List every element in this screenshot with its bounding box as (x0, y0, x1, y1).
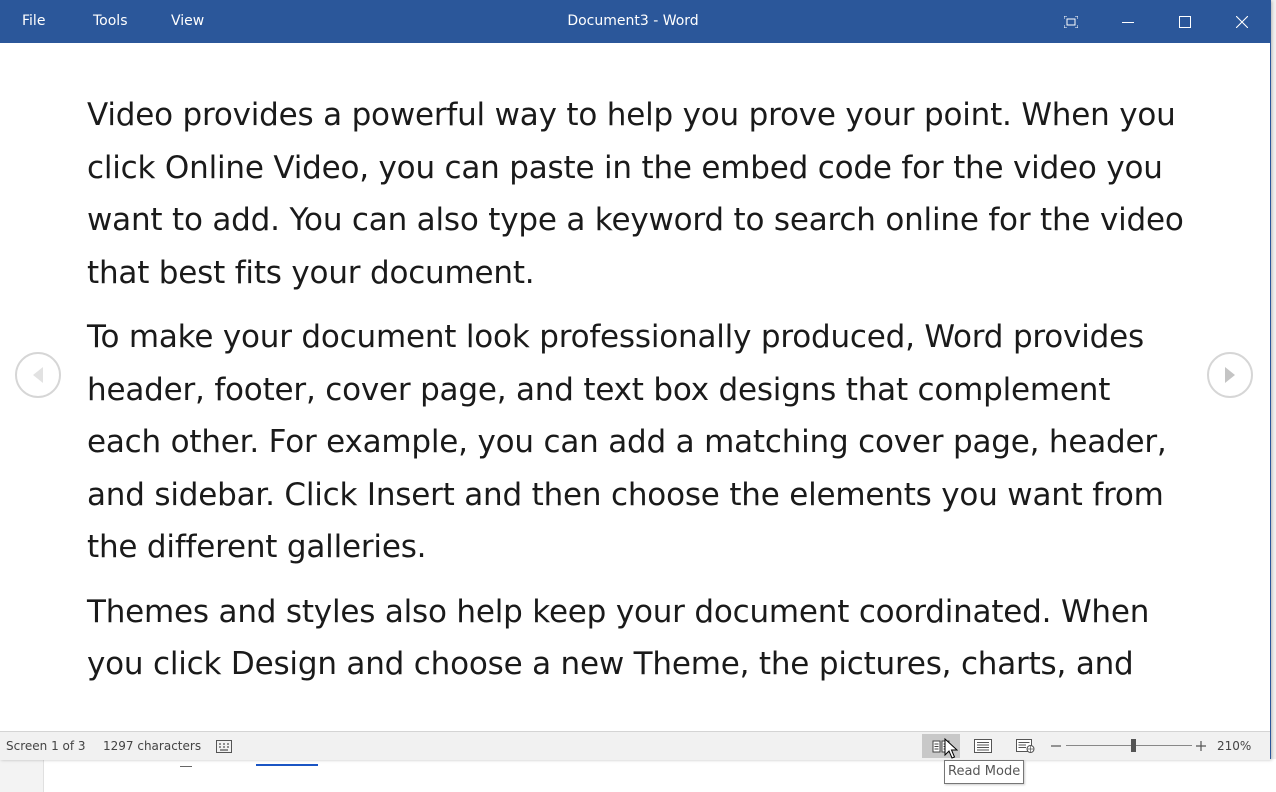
zoom-slider-thumb[interactable] (1131, 739, 1136, 752)
mouse-cursor-icon (944, 738, 958, 759)
background-mark (180, 760, 192, 767)
background-text-fragment (1268, 706, 1276, 722)
background-link (256, 760, 318, 766)
status-bar: Screen 1 of 3 1297 characters 210% (0, 731, 1270, 760)
web-layout-icon (1015, 739, 1034, 753)
screen-indicator[interactable]: Screen 1 of 3 (6, 732, 86, 760)
reading-pane: Video provides a powerful way to help yo… (0, 43, 1270, 731)
paragraph: Video provides a powerful way to help yo… (87, 97, 1184, 291)
paragraph: To make your document look professionall… (87, 319, 1167, 565)
maximize-icon (1179, 15, 1191, 28)
maximize-button[interactable] (1162, 0, 1208, 43)
web-layout-button[interactable] (1006, 734, 1044, 758)
chevron-right-icon (1225, 367, 1235, 383)
minus-icon (1051, 745, 1061, 747)
paragraph: Themes and styles also help keep your do… (87, 593, 1150, 683)
zoom-in-button[interactable] (1191, 734, 1211, 758)
document-body: Video provides a powerful way to help yo… (87, 89, 1187, 703)
next-screen-button[interactable] (1207, 352, 1253, 398)
word-window: File Tools View Document3 - Word Video p… (0, 0, 1271, 760)
chevron-left-icon (33, 367, 43, 383)
close-icon (1236, 15, 1248, 28)
title-bar: File Tools View Document3 - Word (0, 0, 1270, 43)
fullscreen-button[interactable] (1048, 0, 1094, 43)
restore-fullscreen-icon (1064, 15, 1078, 28)
minimize-icon (1122, 21, 1134, 23)
minimize-button[interactable] (1105, 0, 1151, 43)
print-layout-button[interactable] (964, 734, 1002, 758)
plus-icon (1196, 741, 1206, 751)
page-icon (974, 739, 992, 753)
character-count[interactable]: 1297 characters (103, 732, 201, 760)
zoom-out-button[interactable] (1046, 734, 1066, 758)
background-sidebar (0, 759, 44, 792)
zoom-slider[interactable] (1066, 745, 1192, 746)
previous-screen-button[interactable] (15, 352, 61, 398)
close-button[interactable] (1219, 0, 1265, 43)
zoom-level[interactable]: 210% (1217, 732, 1251, 760)
text-predictions-button[interactable] (205, 734, 243, 758)
keyboard-icon (216, 739, 232, 753)
tooltip: Read Mode (944, 760, 1025, 784)
